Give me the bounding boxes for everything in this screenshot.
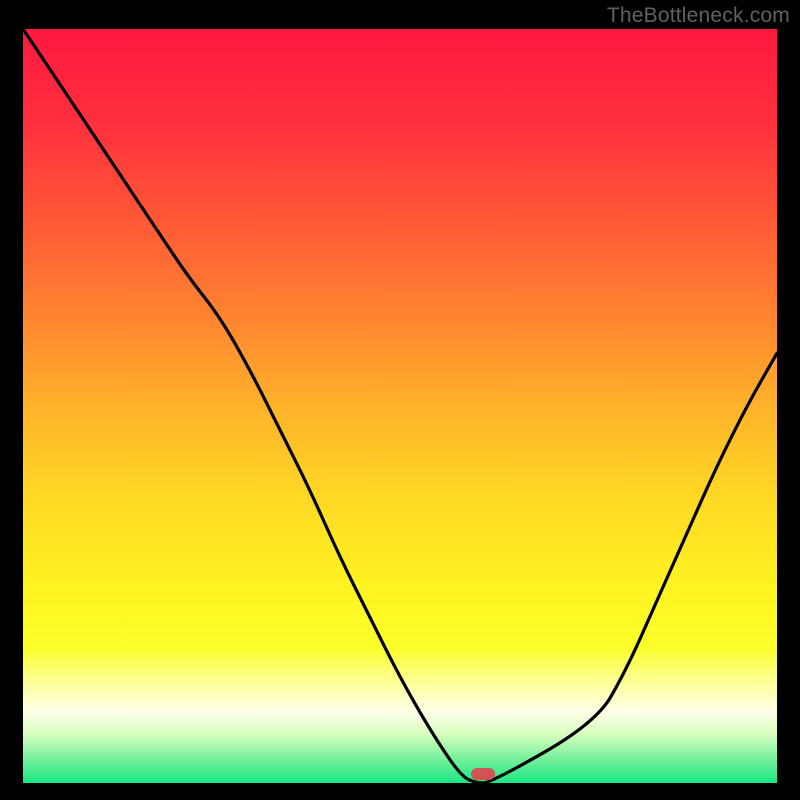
optimal-marker [471,768,495,780]
bottleneck-curve [23,29,777,783]
plot-frame [23,29,777,783]
attribution-text: TheBottleneck.com [607,4,790,28]
chart-canvas: TheBottleneck.com [0,0,800,800]
